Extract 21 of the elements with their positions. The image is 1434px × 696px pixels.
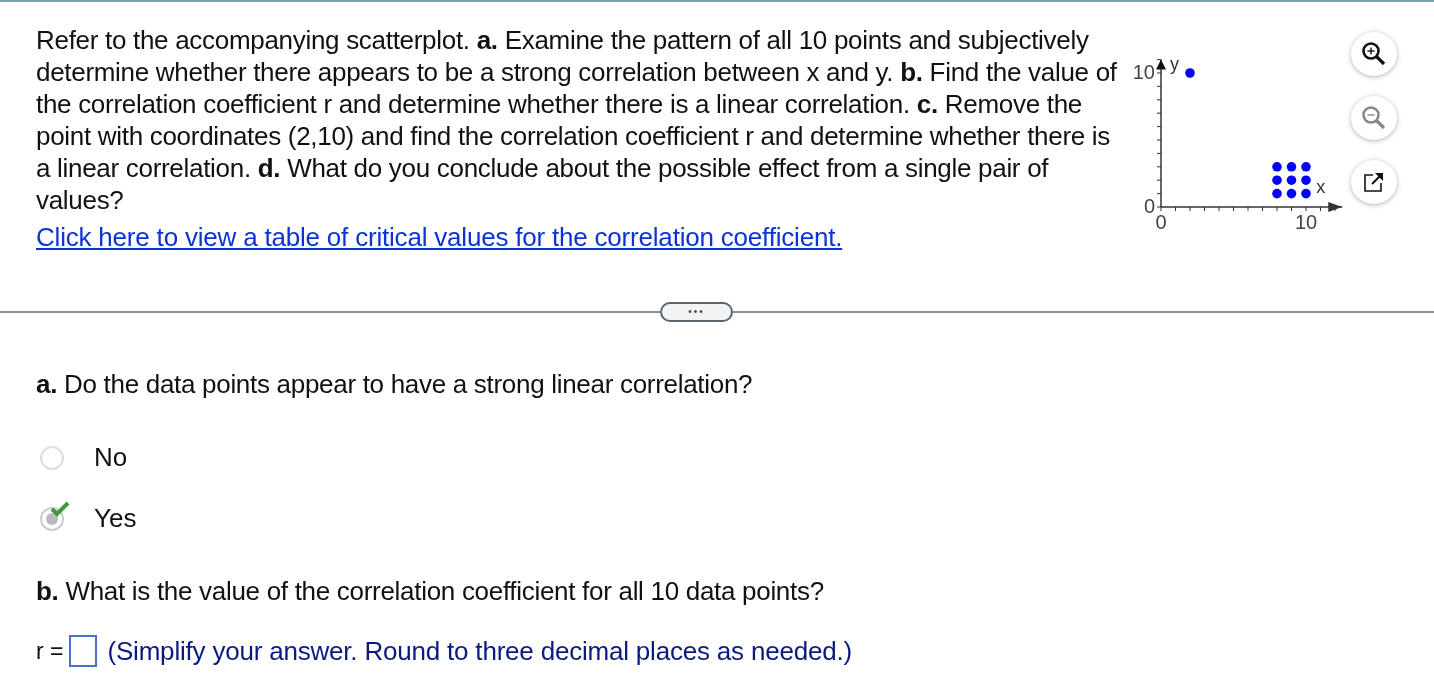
option-label: No bbox=[94, 442, 128, 473]
y-tick-label: 10 bbox=[1132, 61, 1155, 83]
radio-button[interactable] bbox=[40, 445, 64, 470]
popout-icon[interactable] bbox=[1351, 160, 1397, 204]
zoom-in-icon[interactable] bbox=[1351, 32, 1397, 76]
zoom-out-icon[interactable] bbox=[1351, 96, 1397, 140]
y-tick-label: 0 bbox=[1143, 195, 1155, 217]
answer-box[interactable] bbox=[69, 635, 98, 667]
y-axis-label: y bbox=[1170, 53, 1179, 74]
radio-button[interactable] bbox=[40, 506, 64, 531]
option-label: Yes bbox=[94, 503, 137, 534]
question-prompt: a. Do the data points appear to have a strong linear correlation? bbox=[36, 369, 754, 400]
question-prompt: b. What is the value of the correlation coefficient for all 10 data points? bbox=[36, 576, 825, 607]
answer-label: r = bbox=[36, 637, 64, 665]
x-tick-label: 10 bbox=[1294, 211, 1318, 233]
critical-values-link[interactable]: Click here to view a table of critical values for the correlation coefficient. bbox=[36, 222, 843, 253]
x-tick-label: 0 bbox=[1155, 211, 1167, 233]
answer-hint: (Simplify your answer. Round to three decimal places as needed.) bbox=[107, 635, 852, 667]
expand-button[interactable]: ••• bbox=[660, 302, 733, 322]
x-axis-label: x bbox=[1316, 177, 1326, 197]
question-text: Refer to the accompanying scatterplot. a. Examine the pattern of all 10 points and subjectively determine whether there appears to be a strong correlation between x and y. b. Find the value of the correlation coefficient r and determine whether there is a linear correlation. c. Remove the point with coordinates (2,10) and find the correlation coefficient r and determine whether there is a linear correlation. d. What do you conclude about the possible effect from a single pair of values? bbox=[36, 24, 1118, 216]
